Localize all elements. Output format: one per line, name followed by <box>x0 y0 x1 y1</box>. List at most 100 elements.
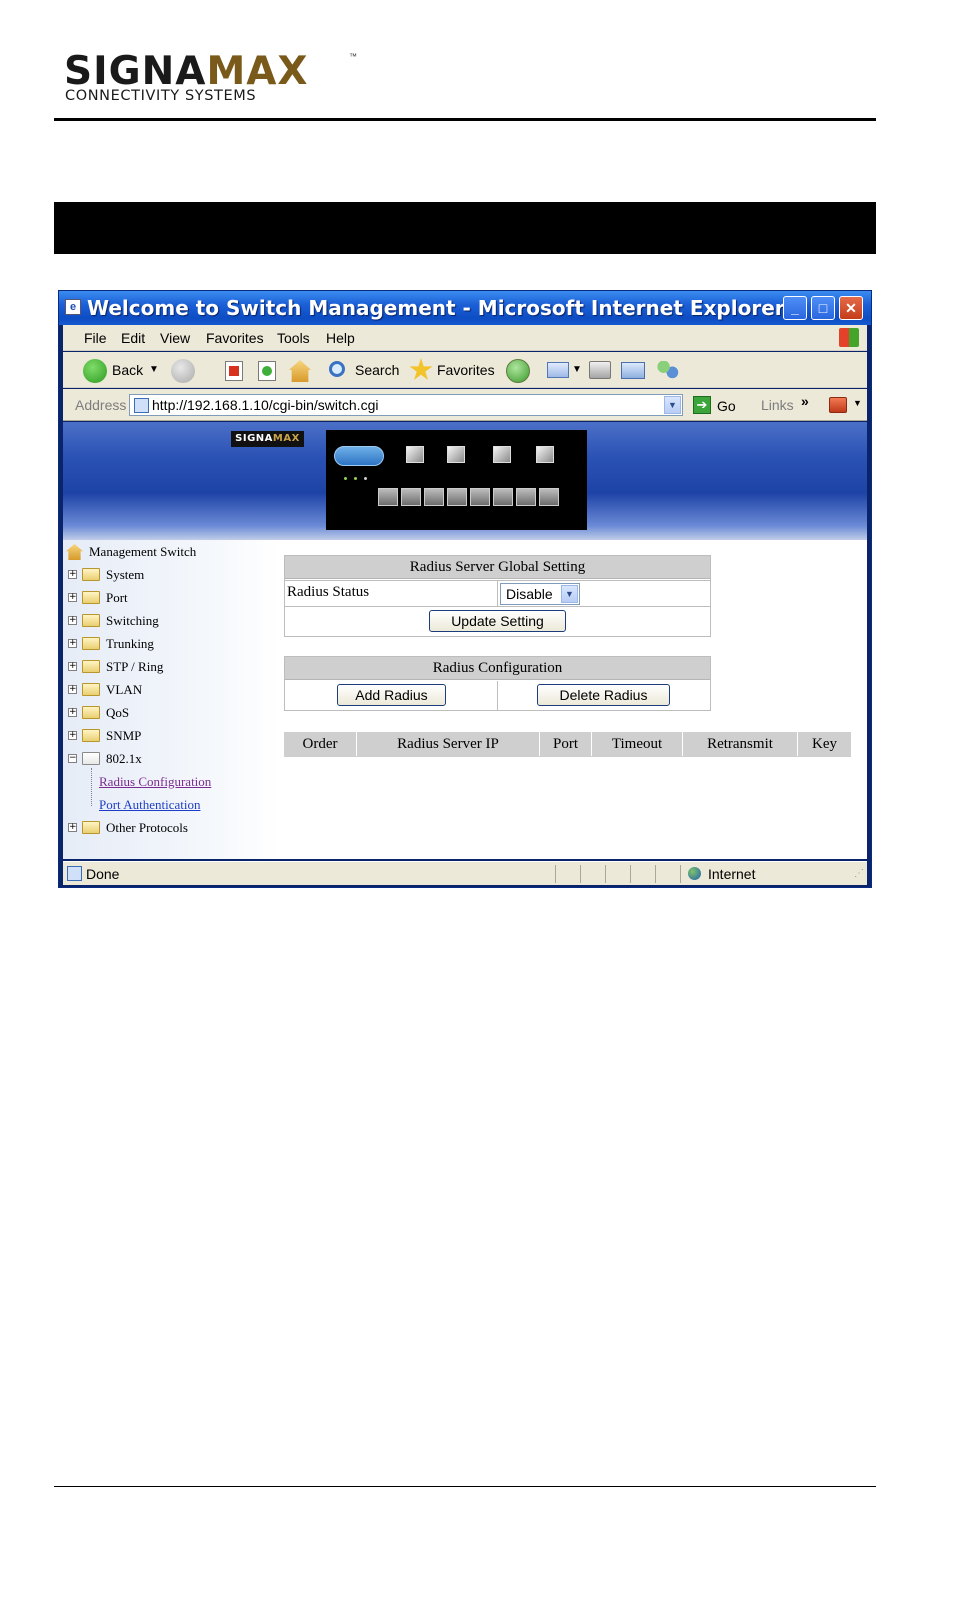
resize-grip-icon[interactable]: ⋰ <box>854 868 864 879</box>
col-order: Order <box>284 732 357 756</box>
chevron-down-icon[interactable]: ▼ <box>561 585 578 603</box>
radius-status-select[interactable]: Disable ▼ <box>500 583 580 605</box>
mail-dropdown-icon[interactable]: ▼ <box>572 364 582 375</box>
expand-icon[interactable]: + <box>68 685 77 694</box>
stop-icon[interactable] <box>225 361 243 381</box>
expand-icon[interactable]: + <box>68 823 77 832</box>
radius-status-value: Disable <box>506 586 553 602</box>
switch-banner: SIGNAMAX <box>63 422 867 540</box>
search-icon[interactable] <box>329 361 345 377</box>
col-radius-server-ip: Radius Server IP <box>357 732 540 756</box>
back-arrow-icon[interactable] <box>83 359 107 383</box>
research-dropdown-icon[interactable]: ▼ <box>853 398 862 408</box>
browser-window: e Welcome to Switch Management - Microso… <box>58 290 872 888</box>
status-separator <box>655 865 656 883</box>
folder-icon <box>82 637 100 650</box>
title-bar[interactable]: e Welcome to Switch Management - Microso… <box>59 291 871 325</box>
menu-edit[interactable]: Edit <box>121 330 145 346</box>
rj45-port-7 <box>516 488 536 506</box>
print-icon[interactable] <box>589 361 611 379</box>
standard-toolbar: Back ▼ Search Favorites ▼ <box>63 352 867 388</box>
rj45-port-5 <box>470 488 490 506</box>
expand-icon[interactable]: + <box>68 616 77 625</box>
internet-globe-icon <box>688 867 701 880</box>
close-button[interactable]: ✕ <box>839 296 863 320</box>
expand-icon[interactable]: + <box>68 731 77 740</box>
history-icon[interactable] <box>506 359 530 383</box>
go-button[interactable]: Go <box>717 398 736 414</box>
console-port-image <box>334 446 384 466</box>
section-bar <box>54 202 876 254</box>
status-separator <box>580 865 581 883</box>
collapse-icon[interactable]: − <box>68 754 77 763</box>
minimize-button[interactable]: _ <box>783 296 807 320</box>
expand-icon[interactable]: + <box>68 593 77 602</box>
expand-icon[interactable]: + <box>68 570 77 579</box>
tree-connector <box>91 768 92 806</box>
add-radius-button[interactable]: Add Radius <box>337 684 446 706</box>
rj45-port-6 <box>493 488 513 506</box>
messenger-icon[interactable] <box>657 361 679 380</box>
menu-view[interactable]: View <box>160 330 190 346</box>
port-authentication-link[interactable]: Port Authentication <box>99 797 200 813</box>
address-bar: Address http://192.168.1.10/cgi-bin/swit… <box>63 389 867 421</box>
open-folder-icon <box>82 752 100 765</box>
expand-icon[interactable]: + <box>68 639 77 648</box>
signamax-logo: SIGNAMAX ™ CONNECTIVITY SYSTEMS <box>64 52 364 108</box>
favorites-star-icon[interactable] <box>409 358 433 380</box>
maximize-button[interactable]: □ <box>811 296 835 320</box>
menu-favorites[interactable]: Favorites <box>206 330 264 346</box>
search-button[interactable]: Search <box>355 362 399 378</box>
mail-icon[interactable] <box>547 362 569 378</box>
links-toolbar[interactable]: Links <box>761 397 794 413</box>
page-viewport: SIGNAMAX Management Switch + System + Po… <box>63 422 867 859</box>
go-arrow-icon[interactable]: ➔ <box>693 396 711 414</box>
tree-item-label: SNMP <box>106 728 142 743</box>
status-separator <box>630 865 631 883</box>
header-rule <box>54 118 876 121</box>
edit-page-icon[interactable] <box>621 362 645 379</box>
back-button[interactable]: Back <box>112 362 143 378</box>
radius-configuration-link[interactable]: Radius Configuration <box>99 774 211 790</box>
home-icon[interactable] <box>289 360 311 382</box>
cell-divider <box>497 580 498 606</box>
address-input[interactable]: http://192.168.1.10/cgi-bin/switch.cgi ▼ <box>129 394 683 416</box>
folder-icon <box>82 568 100 581</box>
menu-file[interactable]: File <box>84 330 107 346</box>
tree-item-label: 802.1x <box>106 751 142 766</box>
links-chevron-icon[interactable]: » <box>801 393 809 409</box>
research-icon[interactable] <box>829 397 847 413</box>
radius-status-label: Radius Status <box>287 584 370 600</box>
windows-flag-icon <box>839 328 859 347</box>
address-dropdown-icon[interactable]: ▼ <box>664 396 681 414</box>
window-title: Welcome to Switch Management - Microsoft… <box>87 296 785 320</box>
status-separator <box>605 865 606 883</box>
expand-icon[interactable]: + <box>68 662 77 671</box>
rj45-port-1 <box>378 488 398 506</box>
favorites-button[interactable]: Favorites <box>437 362 495 378</box>
status-separator <box>680 865 681 883</box>
back-dropdown-icon[interactable]: ▼ <box>149 364 159 375</box>
update-setting-button[interactable]: Update Setting <box>429 610 566 632</box>
folder-icon <box>82 821 100 834</box>
cell-divider <box>497 681 498 710</box>
radius-list-header: Order Radius Server IP Port Timeout Retr… <box>284 732 851 757</box>
folder-icon <box>82 683 100 696</box>
footer-rule <box>54 1486 876 1487</box>
menu-bar: File Edit View Favorites Tools Help <box>63 325 867 351</box>
radius-config-header: Radius Configuration <box>285 657 710 680</box>
folder-icon <box>82 614 100 627</box>
refresh-icon[interactable] <box>258 361 276 381</box>
address-label: Address <box>75 397 127 413</box>
logo-tagline: CONNECTIVITY SYSTEMS <box>65 88 257 104</box>
tree-root-label: Management Switch <box>89 544 197 559</box>
expand-icon[interactable]: + <box>68 708 77 717</box>
menu-help[interactable]: Help <box>326 330 355 346</box>
col-port: Port <box>540 732 592 756</box>
rj45-port-2 <box>401 488 421 506</box>
tree-item-label: STP / Ring <box>106 659 164 674</box>
menu-tools[interactable]: Tools <box>277 330 310 346</box>
switch-home-icon <box>66 544 83 560</box>
delete-radius-button[interactable]: Delete Radius <box>537 684 670 706</box>
forward-arrow-icon[interactable] <box>171 359 195 383</box>
